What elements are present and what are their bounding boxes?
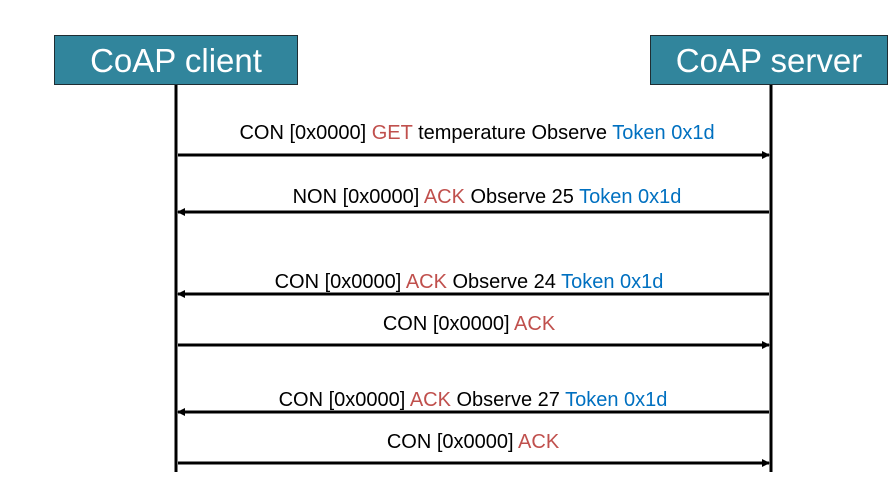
coap-client-box: CoAP client (54, 35, 298, 85)
message-label-5: CON [0x0000] ACK Observe 27 Token 0x1d (278, 389, 668, 411)
message-label-4: CON [0x0000] ACK (382, 313, 556, 335)
message-label-2: NON [0x0000] ACK Observe 25 Token 0x1d (292, 186, 682, 208)
coap-server-box: CoAP server (650, 35, 888, 85)
message-label-6: CON [0x0000] ACK (386, 431, 560, 453)
message-label-3: CON [0x0000] ACK Observe 24 Token 0x1d (274, 271, 664, 293)
message-label-1: CON [0x0000] GET temperature Observe Tok… (239, 122, 715, 144)
